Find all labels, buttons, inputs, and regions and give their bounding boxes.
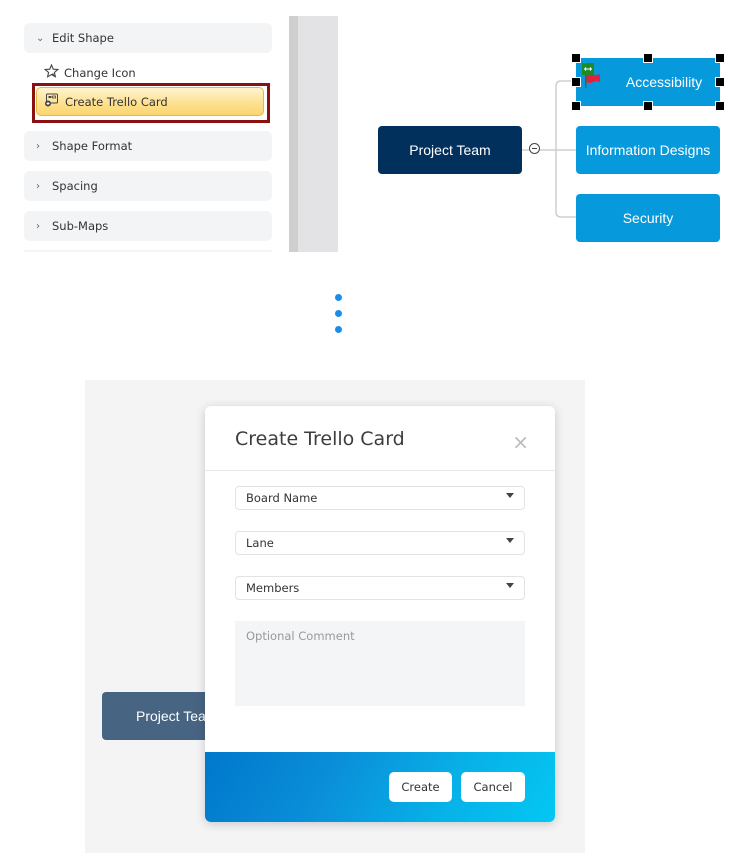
resize-handle[interactable] [571, 101, 581, 111]
section-label: Spacing [52, 179, 98, 193]
optional-comment-textarea[interactable]: Optional Comment [235, 621, 525, 706]
resize-handle[interactable] [571, 53, 581, 63]
dialog-title: Create Trello Card [235, 428, 405, 450]
child-node-label: Information Designs [585, 142, 711, 158]
board-name-placeholder: Board Name [246, 491, 318, 505]
dropdown-caret-icon [506, 538, 514, 543]
resize-handle[interactable] [643, 53, 653, 63]
root-node[interactable]: Project Team [378, 126, 522, 174]
change-icon-item[interactable]: Change Icon [43, 63, 136, 81]
collapse-icon[interactable] [529, 143, 540, 154]
resize-handle[interactable] [715, 77, 725, 87]
lane-select[interactable]: Lane [235, 531, 525, 555]
cancel-button[interactable]: Cancel [461, 772, 525, 802]
resize-handle[interactable] [715, 53, 725, 63]
scrollbar[interactable] [289, 16, 298, 252]
members-select[interactable]: Members [235, 576, 525, 600]
flag-icon [582, 63, 604, 93]
create-trello-card-item[interactable]: Create Trello Card [36, 87, 264, 116]
canvas-edge [298, 16, 338, 252]
create-trello-card-label: Create Trello Card [65, 94, 168, 109]
board-name-select[interactable]: Board Name [235, 486, 525, 510]
resize-handle[interactable] [715, 101, 725, 111]
divider [205, 470, 555, 471]
chevron-down-icon: ⌄ [36, 32, 45, 44]
members-placeholder: Members [246, 581, 300, 595]
child-node-information-designs[interactable]: Information Designs [576, 126, 720, 174]
section-shape-format[interactable]: › Shape Format [24, 131, 272, 161]
chevron-right-icon: › [36, 220, 40, 232]
child-node-label: Security [622, 210, 674, 226]
section-spacing[interactable]: › Spacing [24, 171, 272, 201]
root-node-label: Project Team [409, 142, 491, 158]
section-label: Sub-Maps [52, 219, 109, 233]
section-label: Shape Format [52, 139, 133, 153]
child-node-label: Accessibility [625, 74, 703, 90]
chevron-right-icon: › [36, 140, 40, 152]
comment-placeholder: Optional Comment [246, 629, 355, 643]
resize-handle[interactable] [571, 77, 581, 87]
resize-handle[interactable] [643, 101, 653, 111]
child-node-security[interactable]: Security [576, 194, 720, 242]
chevron-right-icon: › [36, 180, 40, 192]
section-edit-shape[interactable]: ⌄ Edit Shape [24, 23, 272, 53]
create-button[interactable]: Create [389, 772, 452, 802]
change-icon-label: Change Icon [64, 65, 136, 80]
section-sub-maps[interactable]: › Sub-Maps [24, 211, 272, 241]
star-icon [43, 63, 60, 81]
dropdown-caret-icon [506, 493, 514, 498]
close-icon[interactable]: × [512, 430, 529, 454]
lane-placeholder: Lane [246, 536, 274, 550]
create-trello-card-dialog: Create Trello Card × Board Name Lane Mem… [205, 406, 555, 822]
dialog-footer: Create Cancel [205, 752, 555, 822]
trello-card-icon [44, 93, 59, 110]
section-edge [24, 250, 272, 252]
section-label: Edit Shape [52, 31, 114, 45]
dropdown-caret-icon [506, 583, 514, 588]
